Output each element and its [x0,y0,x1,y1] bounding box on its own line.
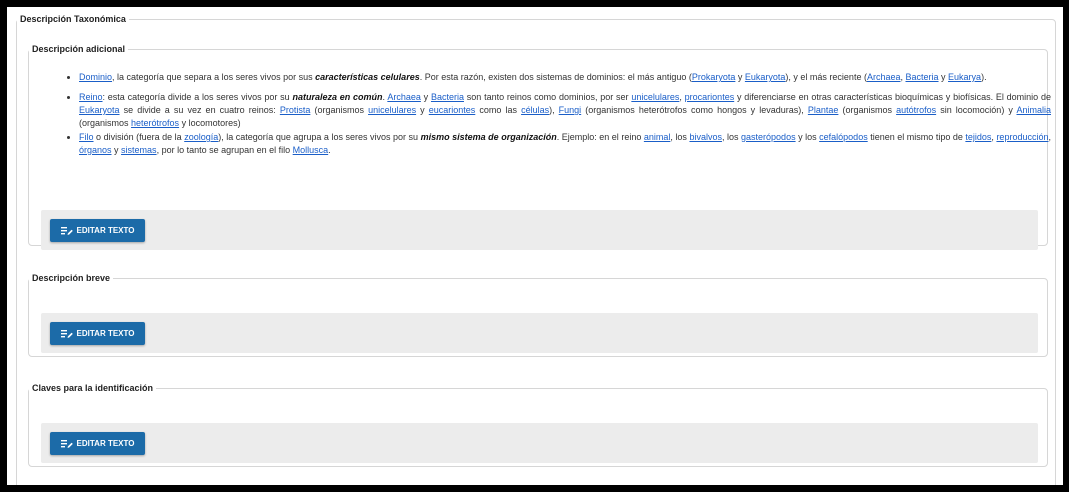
claves-identificacion-section: Claves para la identificación EDITAR TEX… [28,383,1048,467]
text-fragment: , [1048,132,1051,142]
edit-text-icon [60,226,73,235]
link-zoologia[interactable]: zoología [184,132,218,142]
link-prokaryota[interactable]: Prokaryota [692,72,736,82]
editar-texto-button-adicional[interactable]: EDITAR TEXTO [50,219,145,242]
link-eukaryota[interactable]: Eukaryota [79,105,120,115]
link-bacteria[interactable]: Bacteria [431,92,464,102]
text-fragment: tienen el mismo tipo de [867,132,966,142]
text-fragment: como las [475,105,522,115]
text-fragment: y [420,92,431,102]
edit-text-icon [60,329,73,338]
text-fragment: o división (fuera de la [93,132,185,142]
text-fragment: , la categoría que separa a los seres vi… [112,72,316,82]
emphasis-text: características celulares [315,72,420,82]
link-unicelulares[interactable]: unicelulares [368,105,416,115]
link-mollusca[interactable]: Mollusca [293,145,329,155]
link-reproduccion[interactable]: reproducción [996,132,1048,142]
link-autotrofos[interactable]: autótrofos [896,105,936,115]
link-sistemas[interactable]: sistemas [121,145,157,155]
link-cefalopodos[interactable]: cefalópodos [819,132,868,142]
link-animalia[interactable]: Animalia [1016,105,1051,115]
text-fragment: y diferenciarse en otras características… [734,92,1051,102]
text-fragment: (organismos heterótrofos como hongos y l… [581,105,808,115]
link-tejidos[interactable]: tejidos [965,132,991,142]
text-fragment: (organismos [310,105,369,115]
link-gasteropodos[interactable]: gasterópodos [741,132,796,142]
toolbar-claves: EDITAR TEXTO [41,423,1038,463]
link-bacteria[interactable]: Bacteria [906,72,939,82]
descripcion-taxonomica-legend: Descripción Taxonómica [20,14,126,24]
taxonomy-list: Dominio, la categoría que separa a los s… [47,71,1051,164]
link-eukarya[interactable]: Eukarya [948,72,981,82]
link-organos[interactable]: órganos [79,145,112,155]
toolbar-adicional: EDITAR TEXTO [41,210,1038,250]
text-fragment: , los [721,132,742,142]
text-fragment: ), y el más reciente ( [785,72,867,82]
link-eukaryota[interactable]: Eukaryota [745,72,786,82]
text-fragment: y [416,105,429,115]
text-fragment: y [111,145,122,155]
text-fragment: y [735,72,745,82]
text-fragment: . [328,145,331,155]
emphasis-text: mismo sistema de organización [420,132,557,142]
list-item-reino: Reino: esta categoría divide a los seres… [79,91,1051,130]
text-fragment: (organismos [838,105,897,115]
text-fragment: y locomotores) [179,118,241,128]
link-archaea[interactable]: Archaea [867,72,901,82]
text-fragment: , los [670,132,690,142]
link-animal[interactable]: animal [644,132,671,142]
button-label: EDITAR TEXTO [76,439,135,448]
button-label: EDITAR TEXTO [76,226,135,235]
editar-texto-button-claves[interactable]: EDITAR TEXTO [50,432,145,455]
text-fragment: , por lo tanto se agrupan en el filo [156,145,293,155]
text-fragment: se divide a su vez en cuatro reinos: [119,105,280,115]
text-fragment: ). [981,72,987,82]
text-fragment: y los [795,132,820,142]
link-unicelulares[interactable]: unicelulares [631,92,679,102]
descripcion-breve-section: Descripción breve EDITAR TEXTO [28,273,1048,357]
link-protista[interactable]: Protista [280,105,311,115]
link-fungi[interactable]: Fungi [559,105,582,115]
list-item-filo: Filo o división (fuera de la zoología), … [79,131,1051,157]
text-fragment: . Ejemplo: en el reino [556,132,644,142]
text-fragment: ), [549,105,559,115]
link-procariontes[interactable]: procariontes [685,92,735,102]
descripcion-adicional-legend: Descripción adicional [32,44,126,54]
link-dominio[interactable]: Dominio [79,72,112,82]
link-celulas[interactable]: células [521,105,549,115]
page-frame: Descripción Taxonómica Descripción adici… [7,7,1063,485]
list-item-dominio: Dominio, la categoría que separa a los s… [79,71,1051,84]
link-reino[interactable]: Reino [79,92,103,102]
button-label: EDITAR TEXTO [76,329,135,338]
descripcion-adicional-section: Descripción adicional Dominio, la catego… [28,44,1051,250]
editar-texto-button-breve[interactable]: EDITAR TEXTO [50,322,145,345]
toolbar-breve: EDITAR TEXTO [41,313,1038,353]
link-bivalvos[interactable]: bivalvos [689,132,722,142]
link-plantae[interactable]: Plantae [808,105,839,115]
text-fragment: son tanto reinos como dominios, por ser [463,92,632,102]
link-heterotrofos[interactable]: heterótrofos [131,118,179,128]
edit-text-icon [60,439,73,448]
claves-identificacion-legend: Claves para la identificación [32,383,154,393]
link-eucariontes[interactable]: eucariontes [429,105,476,115]
text-fragment: . Por esta razón, existen dos sistemas d… [419,72,692,82]
descripcion-breve-legend: Descripción breve [32,273,111,283]
text-fragment: sin locomoción) y [936,105,1017,115]
text-fragment: (organismos [79,118,132,128]
link-archaea[interactable]: Archaea [387,92,421,102]
link-filo[interactable]: Filo [79,132,94,142]
emphasis-text: naturaleza en común [292,92,383,102]
text-fragment: ), la categoría que agrupa a los seres v… [218,132,421,142]
text-fragment: : esta categoría divide a los seres vivo… [102,92,293,102]
text-fragment: y [938,72,949,82]
